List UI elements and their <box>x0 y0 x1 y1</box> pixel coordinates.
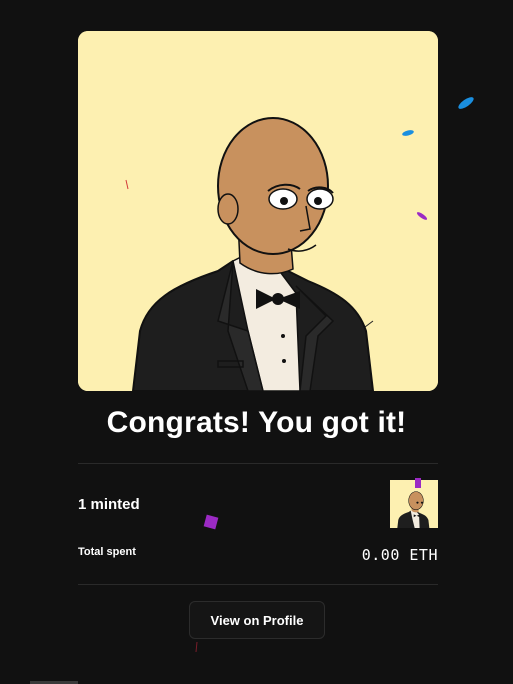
congrats-heading: Congrats! You got it! <box>106 406 407 439</box>
view-on-profile-button[interactable]: View on Profile <box>189 601 325 639</box>
total-spent-label: Total spent <box>78 546 136 558</box>
nft-artwork-image <box>78 31 438 391</box>
confetti-piece <box>195 641 198 653</box>
confetti-piece <box>458 97 474 109</box>
divider-top <box>78 463 438 464</box>
divider-bottom <box>78 584 438 585</box>
minted-count: 1 minted <box>78 496 140 513</box>
confetti-piece <box>203 514 219 530</box>
nft-thumbnail <box>390 480 438 528</box>
total-spent-value: 0.00 ETH <box>361 546 438 564</box>
